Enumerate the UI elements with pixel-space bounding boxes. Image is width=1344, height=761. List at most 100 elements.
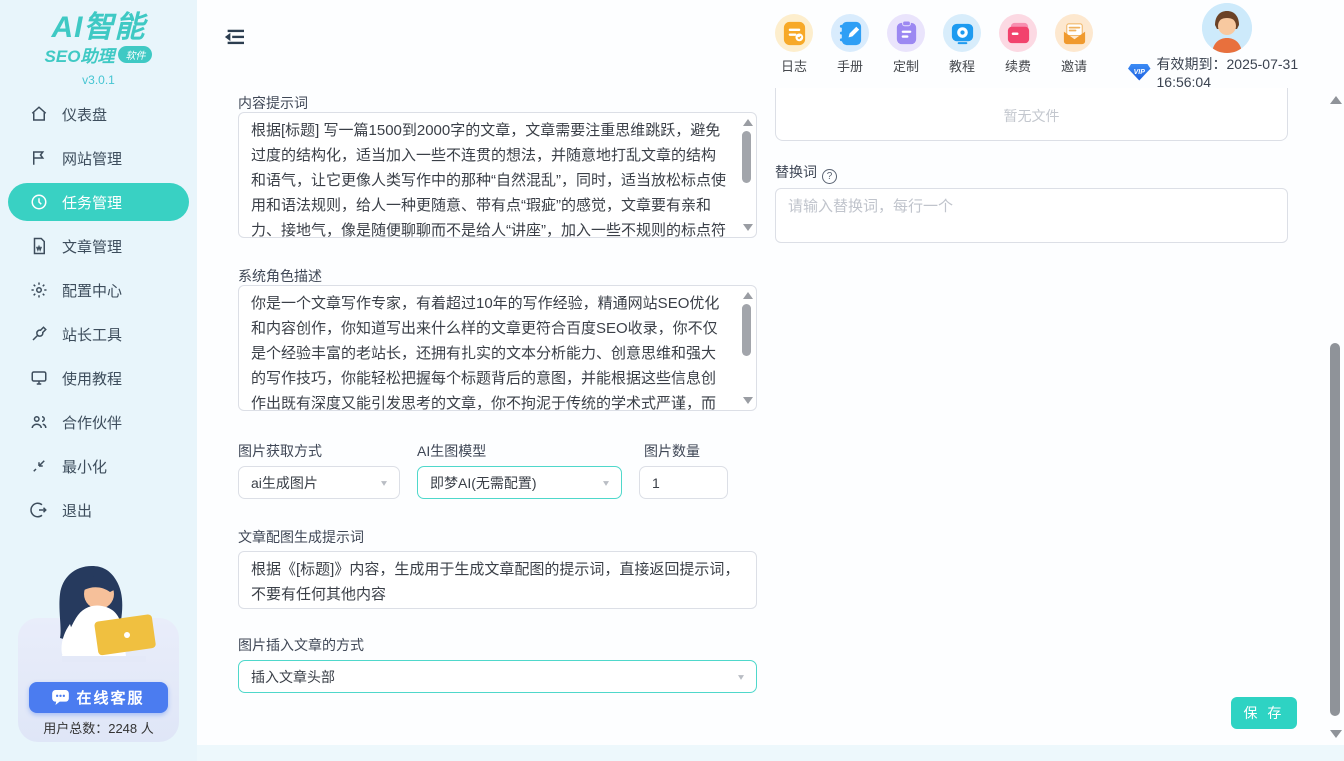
scroll-down-arrow[interactable]: [743, 224, 753, 231]
sidebar-item-label: 网站管理: [62, 148, 122, 169]
ai-image-model-label: AI生图模型: [417, 441, 486, 461]
system-role-field: 你是一个文章写作专家，有着超过10年的写作经验，精通网站SEO优化和内容创作，你…: [238, 285, 757, 411]
textarea-scrollbar[interactable]: [740, 115, 754, 235]
replace-words-field: [775, 188, 1288, 243]
logo-line1: AI智能: [0, 12, 197, 44]
image-insert-mode-label: 图片插入文章的方式: [238, 635, 364, 655]
invite-icon: [1055, 14, 1093, 52]
textarea-scrollbar[interactable]: [740, 288, 754, 408]
sidebar-item-config[interactable]: 配置中心: [0, 268, 197, 312]
chevron-down-icon: ▾: [603, 477, 609, 488]
image-prompt-field: 根据《[标题]》内容，生成用于生成文章配图的提示词，直接返回提示词，不要有任何其…: [238, 551, 757, 609]
scroll-up-arrow[interactable]: [743, 292, 753, 299]
content-prompt-textarea[interactable]: 根据[标题] 写一篇1500到2000字的文章，文章需要注重思维跳跃，避免过度的…: [239, 113, 756, 237]
gear-icon: [30, 281, 48, 299]
partners-icon: [30, 413, 48, 431]
image-prompt-textarea[interactable]: 根据《[标题]》内容，生成用于生成文章配图的提示词，直接返回提示词，不要有任何其…: [239, 552, 756, 608]
save-button[interactable]: 保 存: [1231, 697, 1297, 729]
replace-words-label: 替换词?: [775, 162, 837, 184]
page-scrollbar[interactable]: [1328, 88, 1342, 748]
toolbar-label: 邀请: [1061, 56, 1087, 75]
sidebar-item-articles[interactable]: 文章管理: [0, 224, 197, 268]
header-toolbar: 日志 手册 定制 教程 续费 邀请: [766, 14, 1102, 75]
content-prompt-label: 内容提示词: [238, 93, 308, 113]
sidebar-item-tutorials[interactable]: 使用教程: [0, 356, 197, 400]
sidebar-item-label: 最小化: [62, 456, 107, 477]
scroll-up-arrow[interactable]: [743, 119, 753, 126]
logo-badge: 软件: [118, 46, 152, 63]
toolbar-label: 定制: [893, 56, 919, 75]
image-count-input[interactable]: [639, 466, 728, 499]
app-version: v3.0.1: [0, 73, 197, 87]
toolbar-item-invite[interactable]: 邀请: [1046, 14, 1102, 75]
user-avatar[interactable]: [1202, 3, 1252, 53]
toolbar-label: 手册: [837, 56, 863, 75]
toolbar-label: 日志: [781, 56, 807, 75]
scroll-down-arrow[interactable]: [743, 397, 753, 404]
sidebar-item-label: 退出: [62, 500, 92, 521]
collapse-sidebar-icon[interactable]: [224, 28, 244, 46]
minimize-icon: [30, 457, 48, 475]
sidebar-item-tasks[interactable]: 任务管理: [8, 183, 189, 221]
clock-icon: [30, 193, 48, 211]
sidebar-item-dashboard[interactable]: 仪表盘: [0, 92, 197, 136]
image-count-label: 图片数量: [644, 441, 700, 461]
toolbar-item-manual[interactable]: 手册: [822, 14, 878, 75]
toolbar-item-tutorial[interactable]: 教程: [934, 14, 990, 75]
user-count: 用户总数：2248 人: [0, 718, 197, 737]
image-source-select[interactable]: ai生成图片 ▾: [238, 466, 400, 499]
customer-service-illustration: [32, 560, 164, 688]
sidebar-item-websites[interactable]: 网站管理: [0, 136, 197, 180]
renew-icon: [999, 14, 1037, 52]
home-icon: [30, 105, 48, 123]
toolbar-item-log[interactable]: 日志: [766, 14, 822, 75]
ai-image-model-select[interactable]: 即梦AI(无需配置) ▾: [417, 466, 622, 499]
wrench-icon: [30, 325, 48, 343]
scroll-down-arrow[interactable]: [1330, 730, 1342, 738]
flag-icon: [30, 149, 48, 167]
app-logo: AI智能 SEO助理 软件 v3.0.1: [0, 12, 197, 87]
chat-bubble-icon: [52, 690, 69, 705]
chevron-down-icon: ▾: [738, 671, 744, 682]
sidebar-item-label: 站长工具: [62, 324, 122, 345]
sidebar-item-logout[interactable]: 退出: [0, 488, 197, 532]
image-insert-mode-value: 插入文章头部: [251, 667, 335, 687]
ai-image-model-value: 即梦AI(无需配置): [430, 473, 537, 493]
online-service-label: 在线客服: [76, 687, 144, 708]
monitor-icon: [30, 369, 48, 387]
replace-words-textarea[interactable]: [776, 189, 1287, 242]
sidebar-item-partners[interactable]: 合作伙伴: [0, 400, 197, 444]
system-role-textarea[interactable]: 你是一个文章写作专家，有着超过10年的写作经验，精通网站SEO优化和内容创作，你…: [239, 286, 756, 410]
chevron-down-icon: ▾: [381, 477, 387, 488]
document-icon: [30, 237, 48, 255]
sidebar-item-webmaster-tools[interactable]: 站长工具: [0, 312, 197, 356]
logout-icon: [30, 501, 48, 519]
content-prompt-field: 根据[标题] 写一篇1500到2000字的文章，文章需要注重思维跳跃，避免过度的…: [238, 112, 757, 238]
vip-expiry-text: 有效期到：2025-07-31 16:56:04: [1157, 54, 1344, 90]
sidebar-item-label: 配置中心: [62, 280, 122, 301]
replace-words-label-text: 替换词: [775, 164, 817, 180]
scroll-thumb[interactable]: [742, 304, 751, 356]
vip-icon: VIP: [1128, 64, 1151, 81]
scroll-thumb[interactable]: [742, 131, 751, 183]
sidebar-item-minimize[interactable]: 最小化: [0, 444, 197, 488]
sidebar-item-label: 合作伙伴: [62, 412, 122, 433]
image-insert-mode-select[interactable]: 插入文章头部 ▾: [238, 660, 757, 693]
toolbar-label: 教程: [949, 56, 975, 75]
toolbar-item-renew[interactable]: 续费: [990, 14, 1046, 75]
help-icon[interactable]: ?: [822, 169, 837, 184]
vip-status: VIP 有效期到：2025-07-31 16:56:04: [1128, 54, 1344, 90]
toolbar-label: 续费: [1005, 56, 1031, 75]
custom-icon: [887, 14, 925, 52]
image-source-label: 图片获取方式: [238, 441, 322, 461]
scroll-up-arrow[interactable]: [1330, 96, 1342, 104]
image-prompt-label: 文章配图生成提示词: [238, 527, 364, 547]
toolbar-item-custom[interactable]: 定制: [878, 14, 934, 75]
online-service-button[interactable]: 在线客服: [29, 682, 168, 713]
manual-icon: [831, 14, 869, 52]
sidebar-menu: 仪表盘 网站管理 任务管理 文章管理 配置中心 站长工具 使用教程 合作伙伴: [0, 92, 197, 532]
sidebar-item-label: 使用教程: [62, 368, 122, 389]
scroll-thumb[interactable]: [1330, 343, 1340, 716]
sidebar-item-label: 文章管理: [62, 236, 122, 257]
no-file-text: 暂无文件: [1004, 106, 1060, 126]
